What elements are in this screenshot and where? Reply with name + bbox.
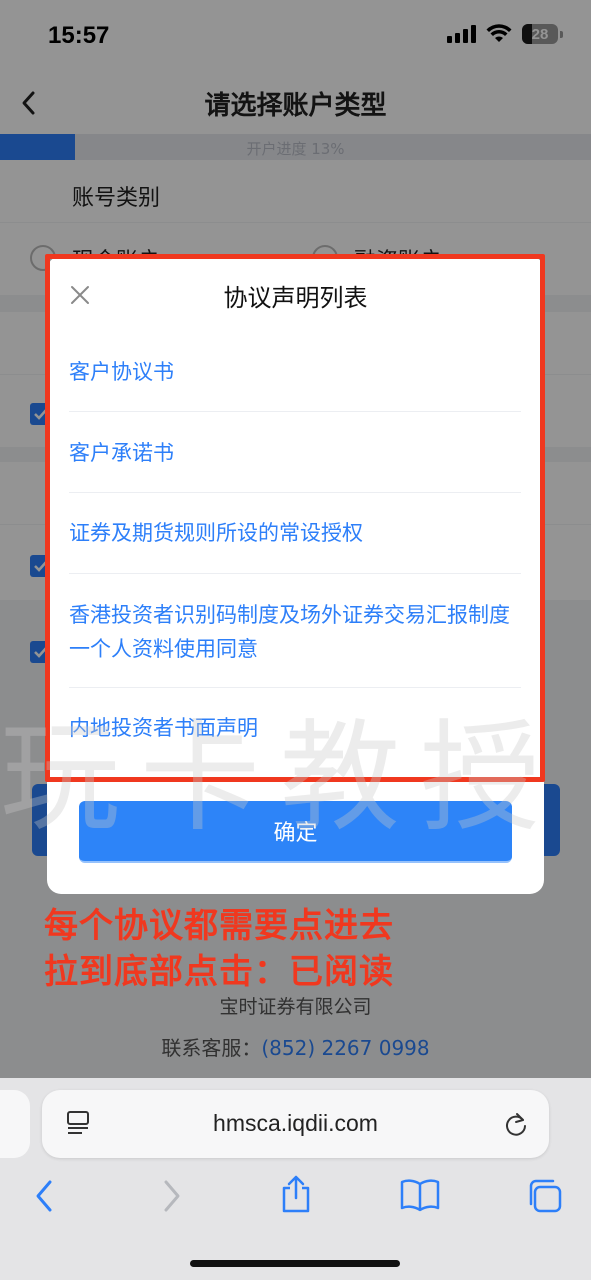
- tab-switcher-icon[interactable]: [526, 1178, 564, 1214]
- agreement-modal: 协议声明列表 客户协议书 客户承诺书 证券及期货规则所设的常设授权 香港投资者识…: [47, 256, 544, 894]
- bookmarks-icon[interactable]: [400, 1178, 440, 1212]
- divider: [69, 573, 521, 574]
- confirm-button[interactable]: 确定: [79, 801, 512, 863]
- annotation-line: 拉到底部点击：已阅读: [44, 952, 394, 992]
- divider: [69, 492, 521, 493]
- browser-bar: hmsca.iqdii.com: [0, 1078, 591, 1280]
- agreement-item[interactable]: 证券及期货规则所设的常设授权: [69, 516, 521, 550]
- forward-icon[interactable]: [160, 1178, 184, 1214]
- annotation-line: 每个协议都需要点进去: [44, 906, 394, 946]
- url-text[interactable]: hmsca.iqdii.com: [42, 1110, 549, 1137]
- home-indicator: [190, 1260, 400, 1267]
- reload-icon[interactable]: [503, 1110, 529, 1138]
- back-icon[interactable]: [32, 1178, 56, 1214]
- agreement-item[interactable]: 客户承诺书: [69, 436, 521, 470]
- agreement-item[interactable]: 香港投资者识别码制度及场外证券交易汇报制度一个人资料使用同意: [69, 598, 521, 666]
- agreement-item[interactable]: 内地投资者书面声明: [69, 711, 521, 745]
- previous-tab-pill[interactable]: [0, 1090, 30, 1158]
- share-icon[interactable]: [279, 1174, 313, 1214]
- divider: [69, 687, 521, 688]
- modal-title: 协议声明列表: [223, 284, 368, 312]
- agreement-item[interactable]: 客户协议书: [69, 355, 521, 389]
- divider: [69, 411, 521, 412]
- address-bar[interactable]: hmsca.iqdii.com: [42, 1090, 549, 1158]
